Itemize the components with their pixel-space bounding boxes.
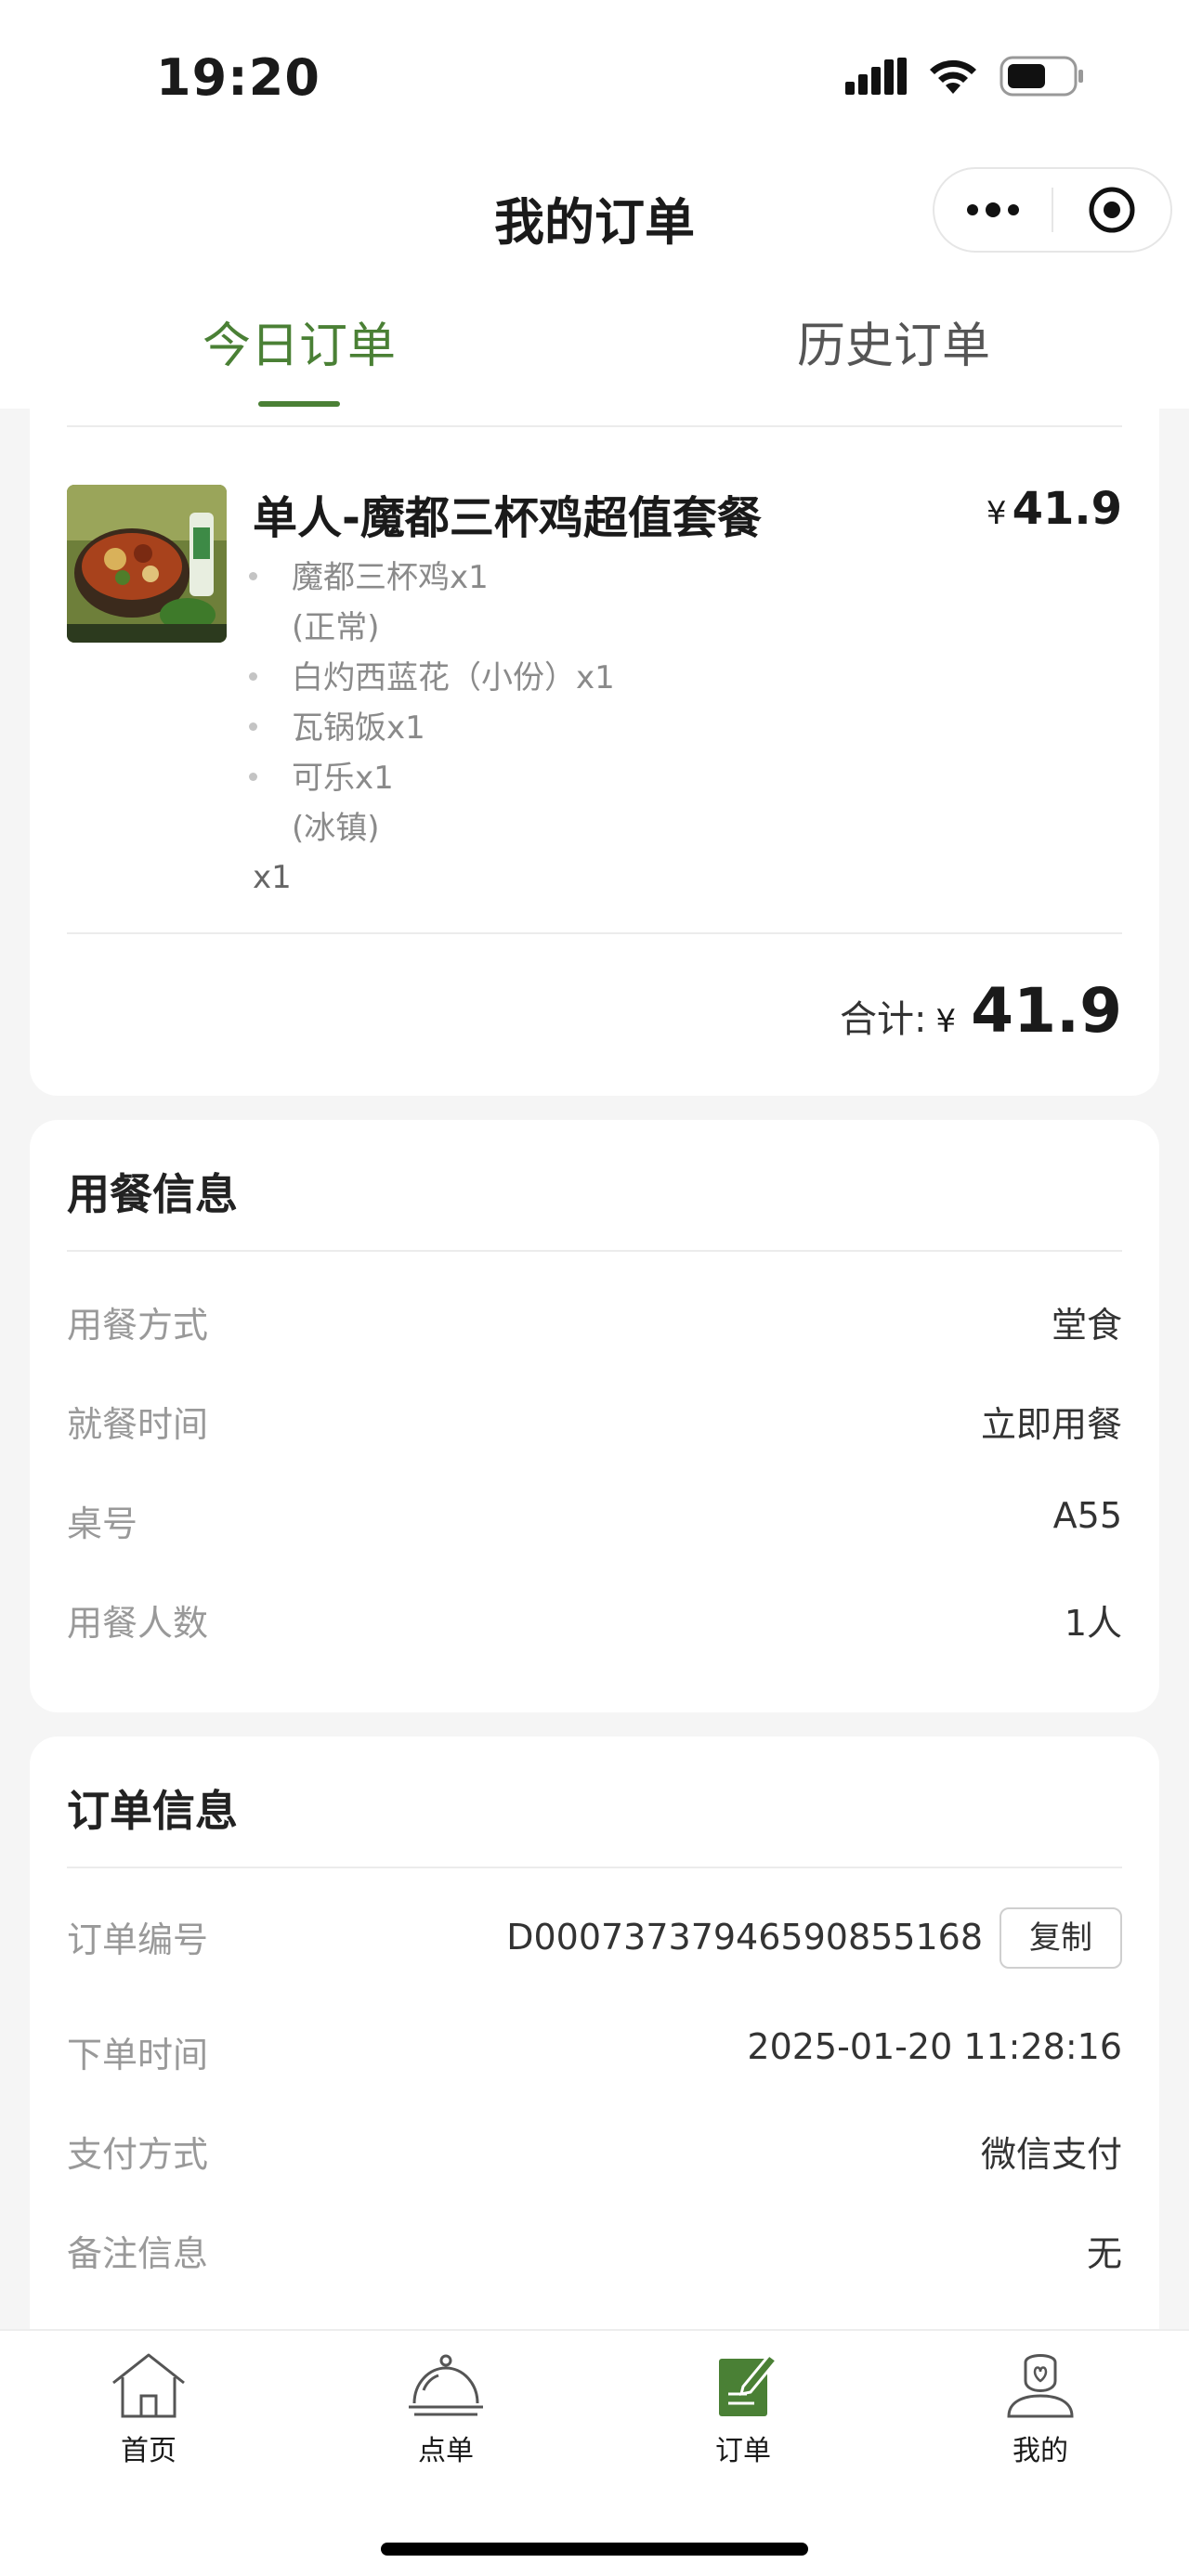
bullet	[249, 773, 257, 781]
tab-history-orders[interactable]: 历史订单	[797, 306, 990, 376]
cloche-icon	[409, 2354, 483, 2416]
section-title: 订单信息	[67, 1786, 238, 1836]
table-number-label: 桌号	[67, 1503, 138, 1544]
currency-symbol: ¥	[935, 1003, 957, 1040]
remark-value: 无	[1086, 2233, 1122, 2274]
item-quantity: x1	[253, 859, 292, 896]
dining-method-label: 用餐方式	[67, 1305, 209, 1346]
component-name: 瓦锅饭x1	[292, 709, 425, 747]
component-note: (冰镇)	[292, 810, 380, 847]
dining-time-label: 就餐时间	[67, 1404, 209, 1445]
order-info-card: 订单信息 订单编号 D0007373794659085516​8 复制 下单时间…	[30, 1737, 1159, 2387]
home-icon	[112, 2353, 185, 2418]
item-price: ¥41.9	[986, 483, 1122, 535]
order-total: 合计: ¥ 41.9	[840, 975, 1122, 1047]
nav-order-food-label: 点单	[418, 2435, 474, 2467]
nav-home-label: 首页	[121, 2435, 176, 2467]
mini-program-capsule	[933, 167, 1172, 253]
nav-orders-label: 订单	[715, 2435, 771, 2467]
tab-today-orders[interactable]: 今日订单	[203, 306, 396, 376]
more-button[interactable]	[934, 169, 1052, 251]
table-number-value: A55	[1052, 1495, 1122, 1536]
active-tab-indicator	[258, 401, 340, 407]
nav-profile-label: 我的	[1013, 2435, 1068, 2467]
component-name: 可乐x1	[292, 760, 394, 797]
bullet	[249, 572, 257, 580]
item-name: 单人-魔都三杯鸡超值套餐	[253, 492, 762, 544]
order-number-value: D0007373794659085516​8	[506, 1917, 983, 1958]
close-button[interactable]	[1053, 169, 1170, 251]
profile-icon	[1007, 2354, 1074, 2418]
bullet	[249, 722, 257, 731]
home-indicator	[381, 2543, 808, 2556]
divider	[67, 1867, 1122, 1868]
nav-orders[interactable]: 订单	[650, 2349, 836, 2468]
dining-method-value: 堂食	[1051, 1305, 1122, 1346]
dining-time-value: 立即用餐	[980, 1404, 1122, 1445]
target-close-icon	[1089, 187, 1135, 233]
nav-order-food[interactable]: 点单	[353, 2349, 539, 2468]
order-note-icon	[719, 2352, 779, 2416]
item-price-value: 41.9	[1012, 483, 1122, 535]
total-value: 41.9	[971, 975, 1122, 1047]
remark-label: 备注信息	[67, 2233, 209, 2274]
divider	[67, 1250, 1122, 1252]
divider	[67, 932, 1122, 934]
component-name: 魔都三杯鸡x1	[292, 559, 489, 596]
currency-symbol: ¥	[986, 495, 1007, 532]
status-icons	[845, 56, 1085, 97]
component-name: 白灼西蓝花（小份）x1	[292, 659, 615, 696]
header: 19:20 我的订单 今日订单 历史订单	[0, 0, 1189, 409]
bottom-tab-bar: 首页 点单 订单 我的	[0, 2329, 1189, 2576]
order-number-label: 订单编号	[67, 1919, 209, 1960]
diners-count-value: 1人	[1064, 1603, 1122, 1644]
diners-count-label: 用餐人数	[67, 1603, 209, 1644]
status-time: 19:20	[156, 48, 320, 107]
payment-method-label: 支付方式	[67, 2134, 209, 2175]
signal-icon	[845, 58, 907, 95]
battery-icon	[1000, 56, 1083, 97]
nav-profile[interactable]: 我的	[947, 2349, 1133, 2468]
order-time-value: 2025-01-20 11:28:16	[747, 2026, 1122, 2067]
order-item-card: 单人-魔都三杯鸡超值套餐 ¥41.9 魔都三杯鸡x1 (正常) 白灼西蓝花（小份…	[30, 353, 1159, 1096]
more-dots-icon	[967, 202, 1019, 217]
copy-button[interactable]: 复制	[1000, 1907, 1122, 1969]
food-image	[67, 485, 227, 643]
divider	[67, 425, 1122, 427]
component-note: (正常)	[292, 609, 380, 646]
nav-home[interactable]: 首页	[56, 2349, 242, 2468]
section-title: 用餐信息	[67, 1169, 238, 1219]
total-label: 合计:	[840, 998, 927, 1041]
bullet	[249, 672, 257, 681]
order-time-label: 下单时间	[67, 2035, 209, 2075]
dining-info-card: 用餐信息 用餐方式 堂食 就餐时间 立即用餐 桌号 A55 用餐人数 1人	[30, 1120, 1159, 1712]
wifi-icon	[930, 59, 976, 94]
payment-method-value: 微信支付	[980, 2134, 1122, 2175]
